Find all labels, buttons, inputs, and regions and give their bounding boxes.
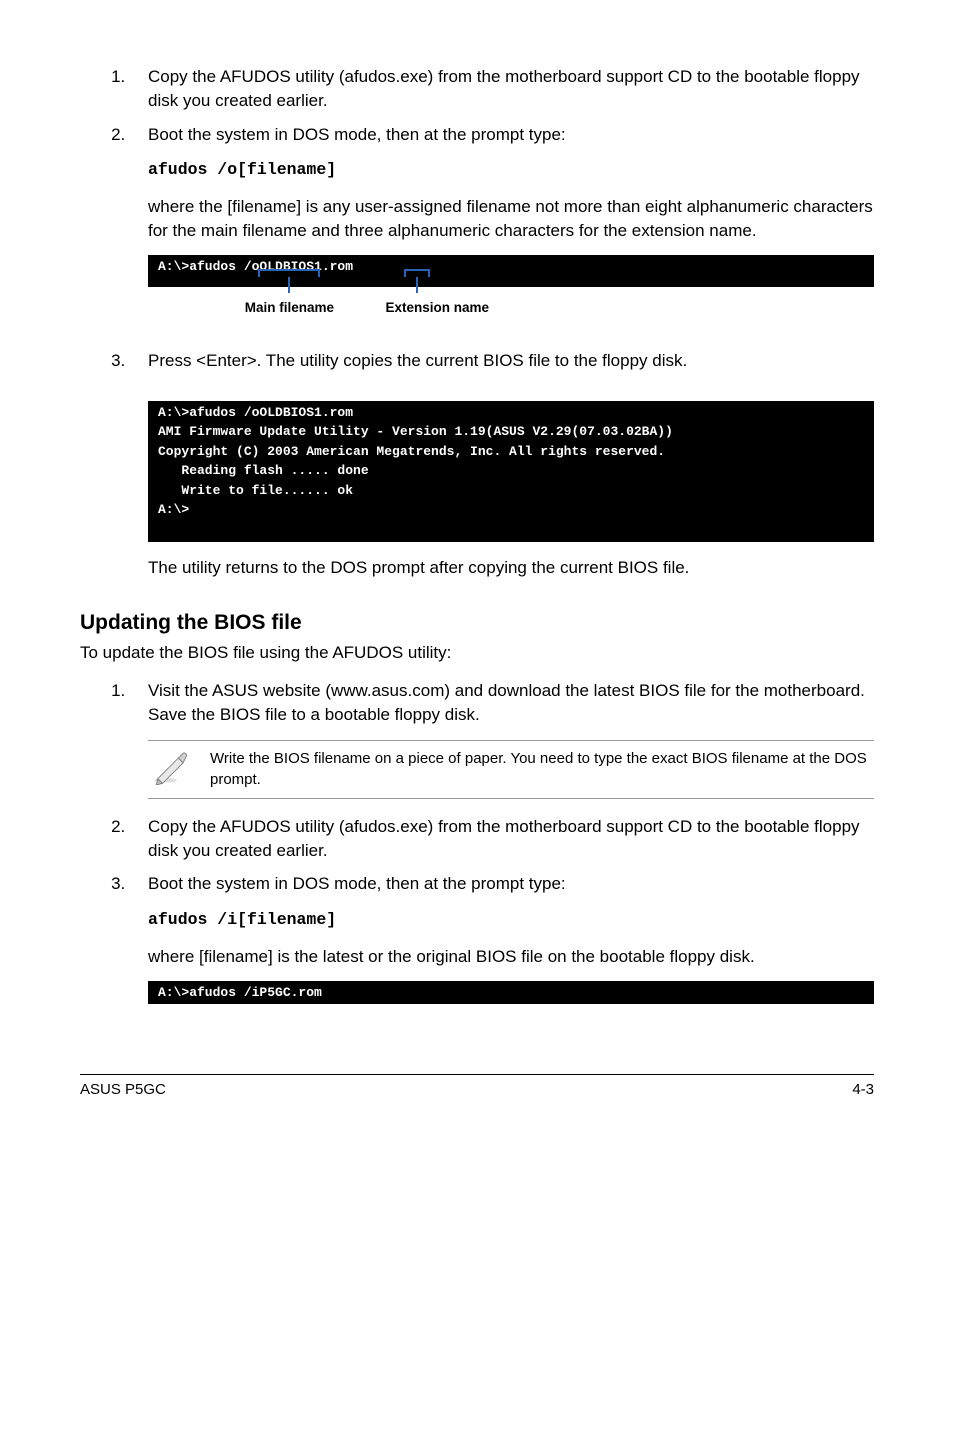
footer-right: 4-3: [852, 1079, 874, 1100]
update-step-2-text: Copy the AFUDOS utility (afudos.exe) fro…: [148, 817, 860, 860]
steps-list-copy-bios: Copy the AFUDOS utility (afudos.exe) fro…: [80, 65, 874, 580]
step-3: Press <Enter>. The utility copies the cu…: [130, 349, 874, 580]
update-step-2: Copy the AFUDOS utility (afudos.exe) fro…: [130, 815, 874, 863]
terminal-afudos-output: A:\>afudos /oOLDBIOS1.rom AMI Firmware U…: [148, 401, 874, 542]
update-step-1: Visit the ASUS website (www.asus.com) an…: [130, 679, 874, 727]
afudos-i-command: afudos /i[filename]: [148, 908, 874, 931]
step-2-text: Boot the system in DOS mode, then at the…: [148, 125, 566, 144]
terminal-afudos-i: A:\>afudos /iP5GC.rom: [148, 981, 874, 1005]
filename-explanation: where the [filename] is any user-assigne…: [148, 195, 874, 243]
updating-bios-sub: To update the BIOS file using the AFUDOS…: [80, 641, 874, 665]
pencil-note-icon: [148, 747, 196, 791]
step-3-text: Press <Enter>. The utility copies the cu…: [148, 351, 687, 370]
update-step-3-text: Boot the system in DOS mode, then at the…: [148, 874, 566, 893]
footer-left: ASUS P5GC: [80, 1079, 166, 1100]
page-footer: ASUS P5GC 4-3: [80, 1074, 874, 1100]
updating-bios-heading: Updating the BIOS file: [80, 608, 874, 637]
steps-list-update-bios-cont: Copy the AFUDOS utility (afudos.exe) fro…: [80, 815, 874, 1005]
step-2: Boot the system in DOS mode, then at the…: [130, 123, 874, 339]
update-step-3: Boot the system in DOS mode, then at the…: [130, 872, 874, 1004]
step-1-text: Copy the AFUDOS utility (afudos.exe) fro…: [148, 67, 860, 110]
step-1: Copy the AFUDOS utility (afudos.exe) fro…: [130, 65, 874, 113]
note-text: Write the BIOS filename on a piece of pa…: [210, 749, 874, 790]
terminal-afudos-o: A:\>afudos /oOLDBIOS1.rom: [148, 255, 874, 287]
update-step-1-text: Visit the ASUS website (www.asus.com) an…: [148, 681, 865, 724]
filename-explanation-2: where [filename] is the latest or the or…: [148, 945, 874, 969]
afudos-o-command: afudos /o[filename]: [148, 158, 874, 181]
steps-list-update-bios: Visit the ASUS website (www.asus.com) an…: [80, 679, 874, 727]
return-to-dos-text: The utility returns to the DOS prompt af…: [148, 556, 874, 580]
note-box: Write the BIOS filename on a piece of pa…: [148, 740, 874, 798]
terminal-1-wrapper: A:\>afudos /oOLDBIOS1.rom Main filename: [148, 255, 874, 287]
